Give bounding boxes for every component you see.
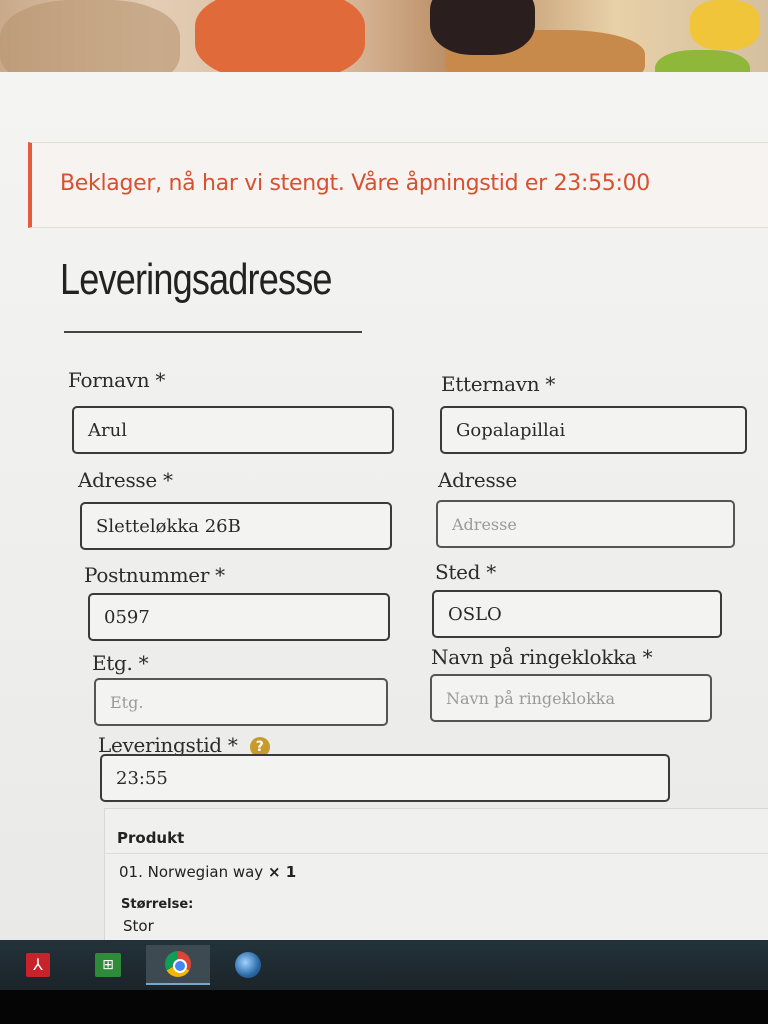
taskbar-globe[interactable] xyxy=(216,945,280,985)
last-name-label: Etternavn * xyxy=(441,372,556,396)
address1-label: Adresse * xyxy=(78,468,173,492)
first-name-field[interactable]: Arul xyxy=(72,406,394,454)
city-field[interactable]: OSLO xyxy=(432,590,722,638)
postcode-field[interactable]: 0597 xyxy=(88,593,390,641)
hero-food-shape xyxy=(690,0,760,50)
delivery-time-field[interactable]: 23:55 xyxy=(100,754,670,802)
address2-label: Adresse xyxy=(438,468,517,492)
closed-notice: Beklager, nå har vi stengt. Våre åpnings… xyxy=(28,142,768,228)
last-name-field[interactable]: Gopalapillai xyxy=(440,406,747,454)
doorbell-label: Navn på ringeklokka * xyxy=(431,645,653,669)
postcode-label: Postnummer * xyxy=(84,563,225,587)
order-summary: Produkt 01. Norwegian way × 1 Størrelse:… xyxy=(104,808,768,948)
city-label: Sted * xyxy=(435,560,496,584)
first-name-label: Fornavn * xyxy=(68,368,166,392)
address1-field[interactable]: Slettеløkka 26B xyxy=(80,502,392,550)
monitor-bezel xyxy=(0,990,768,1024)
item-quantity: × 1 xyxy=(267,863,297,881)
address2-field[interactable]: Adresse xyxy=(436,500,735,548)
closed-notice-text: Beklager, nå har vi stengt. Våre åpnings… xyxy=(60,171,651,196)
hero-food-shape xyxy=(430,0,535,55)
size-value: Stor xyxy=(123,917,154,935)
size-label: Størrelse: xyxy=(121,897,194,912)
page-title: Leveringsadresse xyxy=(60,255,333,304)
checkout-page: Beklager, nå har vi stengt. Våre åpnings… xyxy=(0,72,768,948)
pdf-icon: ⅄ xyxy=(26,953,50,977)
hero-food-shape xyxy=(195,0,365,80)
taskbar-store[interactable]: ⊞ xyxy=(76,945,140,985)
order-line-item: 01. Norwegian way × 1 xyxy=(119,863,296,881)
globe-icon xyxy=(235,952,261,978)
title-underline xyxy=(64,331,362,333)
doorbell-field[interactable]: Navn på ringeklokka xyxy=(430,674,712,722)
windows-taskbar: ⅄ ⊞ xyxy=(0,940,768,990)
product-column-header: Produkt xyxy=(117,829,185,847)
row-divider xyxy=(105,853,768,854)
floor-label: Etg. * xyxy=(92,651,149,675)
floor-field[interactable]: Etg. xyxy=(94,678,388,726)
taskbar-pdf[interactable]: ⅄ xyxy=(6,945,70,985)
item-name: 01. Norwegian way xyxy=(119,863,264,881)
taskbar-chrome[interactable] xyxy=(146,945,210,985)
store-icon: ⊞ xyxy=(95,953,121,977)
chrome-icon xyxy=(165,951,191,977)
